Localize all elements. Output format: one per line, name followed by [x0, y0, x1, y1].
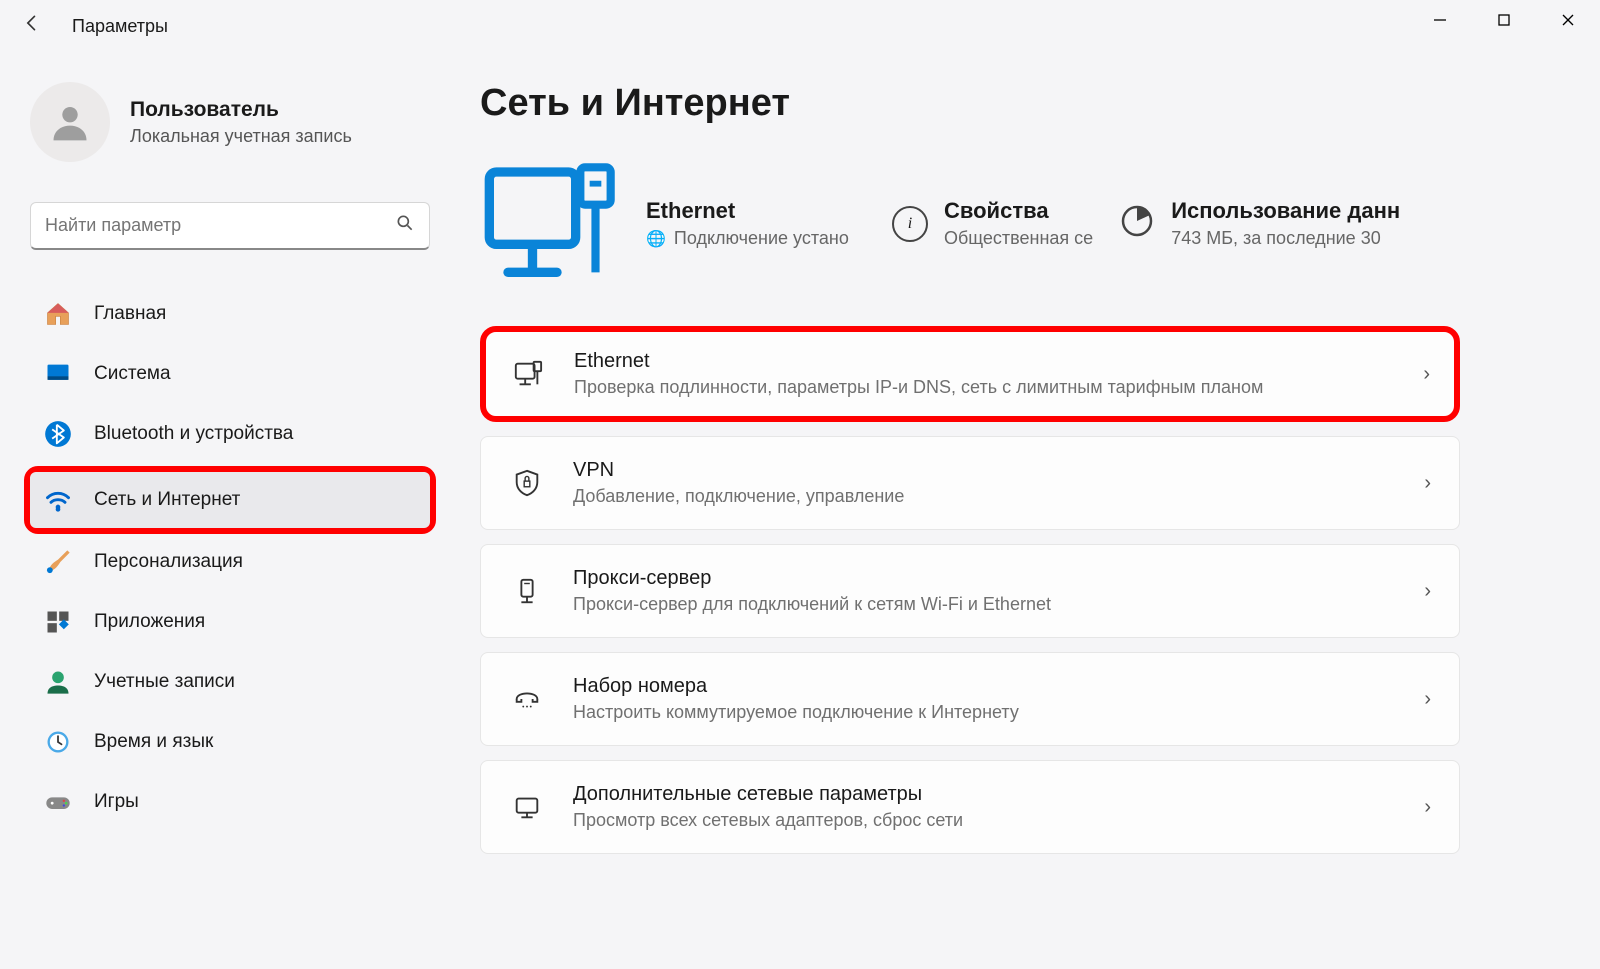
- sidebar-item-bluetooth[interactable]: Bluetooth и устройства: [30, 406, 430, 462]
- dialup-icon: [509, 684, 545, 714]
- status-ethernet-sub: 🌐Подключение устано: [646, 228, 866, 249]
- network-hero-icon: [480, 151, 620, 296]
- close-button[interactable]: [1536, 0, 1600, 40]
- proxy-icon: [509, 576, 545, 606]
- chevron-right-icon: ›: [1424, 580, 1431, 603]
- chevron-right-icon: ›: [1424, 796, 1431, 819]
- card-vpn[interactable]: VPN Добавление, подключение, управление …: [480, 436, 1460, 530]
- highlight-annotation: Сеть и Интернет: [24, 466, 436, 534]
- sidebar-item-label: Система: [94, 363, 171, 385]
- card-subtitle: Прокси-сервер для подключений к сетям Wi…: [573, 594, 1396, 615]
- usage-icon: [1119, 203, 1155, 244]
- card-title: VPN: [573, 459, 1396, 482]
- sidebar-item-personalization[interactable]: Персонализация: [30, 534, 430, 590]
- brush-icon: [44, 548, 72, 576]
- info-icon: i: [892, 206, 928, 242]
- card-title: Ethernet: [574, 350, 1395, 373]
- ethernet-icon: [510, 359, 546, 389]
- card-title: Набор номера: [573, 675, 1396, 698]
- window-title: Параметры: [72, 16, 168, 37]
- wifi-icon: [44, 486, 72, 514]
- card-subtitle: Настроить коммутируемое подключение к Ин…: [573, 702, 1396, 723]
- sidebar-item-network[interactable]: Сеть и Интернет: [30, 472, 430, 528]
- globe-icon: 🌐: [646, 231, 666, 248]
- status-usage-title: Использование данн: [1171, 198, 1400, 224]
- sidebar-item-label: Время и язык: [94, 731, 213, 753]
- card-subtitle: Добавление, подключение, управление: [573, 486, 1396, 507]
- search-icon: [395, 213, 415, 238]
- system-icon: [44, 360, 72, 388]
- sidebar-item-label: Персонализация: [94, 551, 243, 573]
- card-advanced[interactable]: Дополнительные сетевые параметры Просмот…: [480, 760, 1460, 854]
- card-title: Дополнительные сетевые параметры: [573, 783, 1396, 806]
- search-input[interactable]: [45, 215, 395, 236]
- vpn-icon: [509, 468, 545, 498]
- card-dialup[interactable]: Набор номера Настроить коммутируемое под…: [480, 652, 1460, 746]
- sidebar-item-label: Приложения: [94, 611, 205, 633]
- sidebar-item-accounts[interactable]: Учетные записи: [30, 654, 430, 710]
- maximize-button[interactable]: [1472, 0, 1536, 40]
- card-ethernet[interactable]: Ethernet Проверка подлинности, параметры…: [480, 326, 1460, 422]
- sidebar-item-home[interactable]: Главная: [30, 286, 430, 342]
- profile-block[interactable]: Пользователь Локальная учетная запись: [30, 82, 430, 162]
- sidebar-item-label: Bluetooth и устройства: [94, 423, 293, 445]
- card-subtitle: Просмотр всех сетевых адаптеров, сброс с…: [573, 810, 1396, 831]
- sidebar-item-label: Сеть и Интернет: [94, 489, 240, 511]
- chevron-right-icon: ›: [1424, 688, 1431, 711]
- chevron-right-icon: ›: [1424, 472, 1431, 495]
- time-icon: [44, 728, 72, 756]
- sidebar-item-system[interactable]: Система: [30, 346, 430, 402]
- search-box[interactable]: [30, 202, 430, 250]
- avatar-icon: [30, 82, 110, 162]
- bluetooth-icon: [44, 420, 72, 448]
- status-properties[interactable]: i Свойства Общественная се: [892, 198, 1093, 249]
- sidebar-item-gaming[interactable]: Игры: [30, 774, 430, 830]
- minimize-button[interactable]: [1408, 0, 1472, 40]
- apps-icon: [44, 608, 72, 636]
- advanced-icon: [509, 792, 545, 822]
- games-icon: [44, 788, 72, 816]
- sidebar-item-label: Учетные записи: [94, 671, 235, 693]
- sidebar-item-apps[interactable]: Приложения: [30, 594, 430, 650]
- page-title: Сеть и Интернет: [480, 82, 1600, 125]
- status-properties-title: Свойства: [944, 198, 1093, 224]
- home-icon: [44, 300, 72, 328]
- card-title: Прокси-сервер: [573, 567, 1396, 590]
- status-ethernet-title: Ethernet: [646, 198, 866, 224]
- sidebar-item-label: Главная: [94, 303, 166, 325]
- status-properties-sub: Общественная се: [944, 228, 1093, 249]
- back-button[interactable]: [22, 13, 54, 39]
- card-subtitle: Проверка подлинности, параметры IP-и DNS…: [574, 377, 1395, 398]
- status-usage-sub: 743 МБ, за последние 30: [1171, 228, 1400, 249]
- card-proxy[interactable]: Прокси-сервер Прокси-сервер для подключе…: [480, 544, 1460, 638]
- sidebar-item-label: Игры: [94, 791, 139, 813]
- profile-name: Пользователь: [130, 98, 352, 122]
- profile-subtitle: Локальная учетная запись: [130, 126, 352, 147]
- sidebar-item-time[interactable]: Время и язык: [30, 714, 430, 770]
- chevron-right-icon: ›: [1423, 363, 1430, 386]
- status-usage[interactable]: Использование данн 743 МБ, за последние …: [1119, 198, 1400, 249]
- account-icon: [44, 668, 72, 696]
